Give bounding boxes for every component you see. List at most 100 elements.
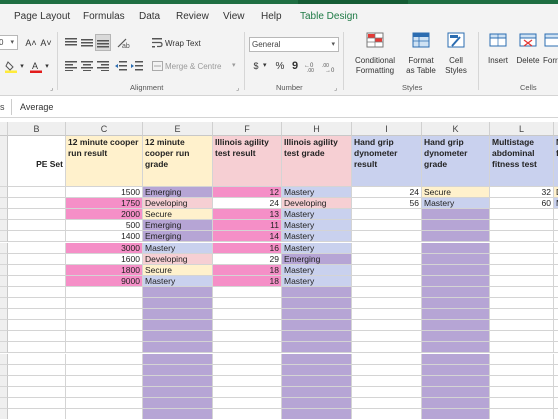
cell-i[interactable] <box>352 320 422 332</box>
cell-h[interactable]: Developing <box>282 198 352 210</box>
cell-l[interactable] <box>490 409 554 419</box>
cell-k[interactable] <box>422 264 490 276</box>
cell-m[interactable] <box>554 331 558 343</box>
font-color-dropdown-icon[interactable]: ▾ <box>44 58 50 74</box>
header-cell-c[interactable]: 12 minute cooper run result <box>66 136 143 187</box>
tab-formulas[interactable]: Formulas <box>83 11 125 22</box>
cell-i[interactable] <box>352 364 422 376</box>
cell-h[interactable]: Mastery <box>282 275 352 287</box>
formula-input[interactable]: Average <box>20 102 53 112</box>
align-middle-icon[interactable] <box>80 35 94 51</box>
cell-f[interactable]: 24 <box>213 198 282 210</box>
font-size-combo[interactable]: 0 ▾ <box>0 35 18 50</box>
format-button[interactable]: Forr <box>543 32 558 82</box>
cell-m[interactable]: Ma <box>554 198 558 210</box>
cell-i[interactable] <box>352 286 422 298</box>
tab-data[interactable]: Data <box>139 11 160 22</box>
increase-decimal-button[interactable]: ←0.00 <box>304 58 320 74</box>
cell-c[interactable] <box>66 342 143 354</box>
percent-button[interactable]: % <box>274 58 286 74</box>
cell-i[interactable] <box>352 253 422 265</box>
cell-i[interactable] <box>352 375 422 387</box>
cell-h[interactable] <box>282 298 352 310</box>
tab-help[interactable]: Help <box>261 11 282 22</box>
cell-e[interactable] <box>143 353 213 365</box>
cell-l[interactable] <box>490 264 554 276</box>
cell-m[interactable] <box>554 309 558 321</box>
cell-e[interactable] <box>143 286 213 298</box>
cell-c[interactable]: 2000 <box>66 209 143 221</box>
cell-f[interactable] <box>213 286 282 298</box>
cell-e[interactable] <box>143 320 213 332</box>
tab-view[interactable]: View <box>223 11 245 22</box>
column-header-l[interactable]: L <box>490 122 554 136</box>
cell-l[interactable] <box>490 209 554 221</box>
cell-l[interactable] <box>490 320 554 332</box>
cell-k[interactable] <box>422 253 490 265</box>
cell-f[interactable]: 12 <box>213 187 282 199</box>
cell-k[interactable] <box>422 386 490 398</box>
cell-b[interactable] <box>8 220 66 232</box>
cell-m[interactable] <box>554 231 558 243</box>
cell-b[interactable] <box>8 386 66 398</box>
tab-review[interactable]: Review <box>176 11 209 22</box>
cell-h[interactable] <box>282 353 352 365</box>
cell-e[interactable] <box>143 298 213 310</box>
cell-f[interactable]: 16 <box>213 242 282 254</box>
cell-b[interactable] <box>8 242 66 254</box>
cell-b[interactable] <box>8 253 66 265</box>
cell-i[interactable] <box>352 209 422 221</box>
name-box[interactable]: s <box>0 99 12 115</box>
cell-h[interactable] <box>282 386 352 398</box>
cell-i[interactable] <box>352 264 422 276</box>
cell-h[interactable] <box>282 397 352 409</box>
number-format-combo[interactable]: General ▾ <box>249 37 339 52</box>
cell-h[interactable] <box>282 320 352 332</box>
cell-k[interactable] <box>422 209 490 221</box>
cell-f[interactable] <box>213 397 282 409</box>
cell-m[interactable]: De <box>554 187 558 199</box>
cell-k[interactable] <box>422 375 490 387</box>
cell-c[interactable]: 9000 <box>66 275 143 287</box>
cell-c[interactable] <box>66 353 143 365</box>
cell-i[interactable] <box>352 397 422 409</box>
column-header-f[interactable]: F <box>213 122 282 136</box>
cell-m[interactable] <box>554 264 558 276</box>
cell-b[interactable] <box>8 231 66 243</box>
column-header-m[interactable]: M <box>554 122 558 136</box>
cell-m[interactable] <box>554 242 558 254</box>
cell-k[interactable] <box>422 220 490 232</box>
cell-k[interactable] <box>422 397 490 409</box>
header-cell-b[interactable]: PE Set <box>8 136 66 187</box>
number-launcher-icon[interactable]: ⌟ <box>334 84 337 92</box>
cell-e[interactable]: Emerging <box>143 187 213 199</box>
cell-f[interactable] <box>213 331 282 343</box>
cell-e[interactable]: Developing <box>143 253 213 265</box>
font-launcher-icon[interactable]: ⌟ <box>50 84 53 92</box>
cell-i[interactable] <box>352 275 422 287</box>
tab-page-layout[interactable]: Page Layout <box>14 11 70 22</box>
cell-h[interactable]: Emerging <box>282 253 352 265</box>
cell-b[interactable] <box>8 320 66 332</box>
cell-h[interactable] <box>282 331 352 343</box>
comma-button[interactable]: 9 <box>290 58 300 74</box>
cell-e[interactable] <box>143 375 213 387</box>
cell-f[interactable]: 13 <box>213 209 282 221</box>
cell-l[interactable] <box>490 242 554 254</box>
cell-l[interactable] <box>490 397 554 409</box>
cell-m[interactable] <box>554 275 558 287</box>
cell-l[interactable] <box>490 298 554 310</box>
cell-b[interactable] <box>8 275 66 287</box>
cell-l[interactable] <box>490 342 554 354</box>
cell-b[interactable] <box>8 342 66 354</box>
cell-k[interactable] <box>422 286 490 298</box>
cell-i[interactable] <box>352 231 422 243</box>
cell-h[interactable] <box>282 342 352 354</box>
cell-k[interactable] <box>422 353 490 365</box>
wrap-text-button[interactable]: Wrap Text <box>165 39 201 48</box>
cell-l[interactable] <box>490 231 554 243</box>
decrease-decimal-button[interactable]: .00 →0 <box>322 58 338 74</box>
cell-l[interactable] <box>490 331 554 343</box>
header-cell-h[interactable]: Illinois agility test grade <box>282 136 352 187</box>
cell-c[interactable] <box>66 320 143 332</box>
